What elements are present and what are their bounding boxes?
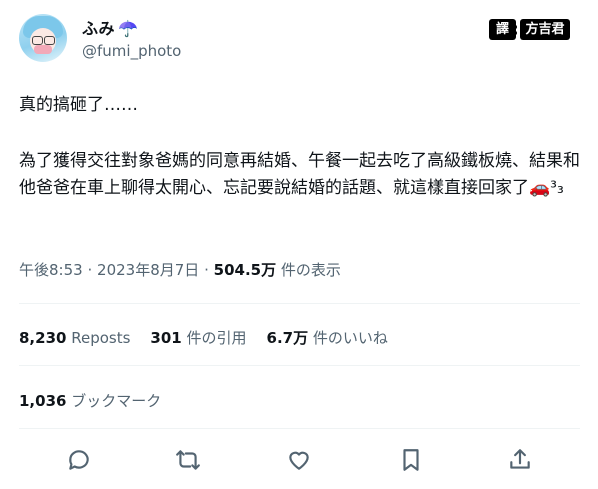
divider bbox=[19, 303, 580, 304]
likes-stat[interactable]: 6.7万 件のいいね bbox=[267, 329, 388, 347]
repost-icon[interactable] bbox=[175, 447, 201, 473]
umbrella-icon: ☂️ bbox=[118, 19, 139, 38]
quotes-count: 301 bbox=[150, 329, 182, 347]
divider bbox=[19, 428, 580, 429]
likes-label: 件のいいね bbox=[312, 329, 388, 347]
author-name-text: ふみ bbox=[82, 19, 116, 38]
likes-count: 6.7万 bbox=[266, 329, 309, 347]
author-handle[interactable]: @fumi_photo bbox=[82, 42, 181, 60]
reply-icon[interactable] bbox=[66, 447, 92, 473]
watermark-colon bbox=[512, 24, 518, 36]
tweet-time[interactable]: 午後8:53 bbox=[19, 261, 83, 279]
author-name[interactable]: ふみ ☂️ bbox=[82, 15, 138, 39]
quotes-stat[interactable]: 301 件の引用 bbox=[150, 329, 246, 347]
quotes-label: 件の引用 bbox=[186, 329, 247, 347]
watermark-name: 方吉君 bbox=[520, 19, 570, 40]
meta-separator: · bbox=[87, 261, 93, 279]
tweet-text-paragraph: 為了獲得交往對象爸媽的同意再結婚、午餐一起去吃了高級鐵板燒、結果和他爸爸在車上聊… bbox=[19, 151, 580, 198]
reposts-count: 8,230 bbox=[19, 329, 67, 347]
like-icon[interactable] bbox=[286, 447, 312, 473]
bookmark-icon[interactable] bbox=[398, 447, 424, 473]
tweet-date[interactable]: 2023年8月7日 bbox=[97, 261, 199, 279]
tweet-meta: 午後8:53 · 2023年8月7日 · 504.5万 件の表示 bbox=[19, 259, 341, 280]
tweet-text-line1: 真的搞砸了…… bbox=[19, 95, 138, 115]
reposts-label: Reposts bbox=[71, 329, 131, 347]
views-label: 件の表示 bbox=[280, 261, 341, 279]
reposts-stat[interactable]: 8,230 Reposts bbox=[19, 329, 130, 347]
divider bbox=[19, 365, 580, 366]
views-count: 504.5万 bbox=[213, 261, 277, 279]
avatar[interactable] bbox=[19, 14, 67, 62]
meta-separator: · bbox=[204, 261, 209, 279]
bookmarks-count: 1,036 bbox=[19, 392, 67, 410]
bookmarks-label: ブックマーク bbox=[71, 392, 162, 410]
engagement-stats: 8,230 Reposts 301 件の引用 6.7万 件のいいね bbox=[19, 327, 388, 348]
bookmarks-stat[interactable]: 1,036 ブックマーク bbox=[19, 390, 161, 411]
share-icon[interactable] bbox=[507, 447, 533, 473]
